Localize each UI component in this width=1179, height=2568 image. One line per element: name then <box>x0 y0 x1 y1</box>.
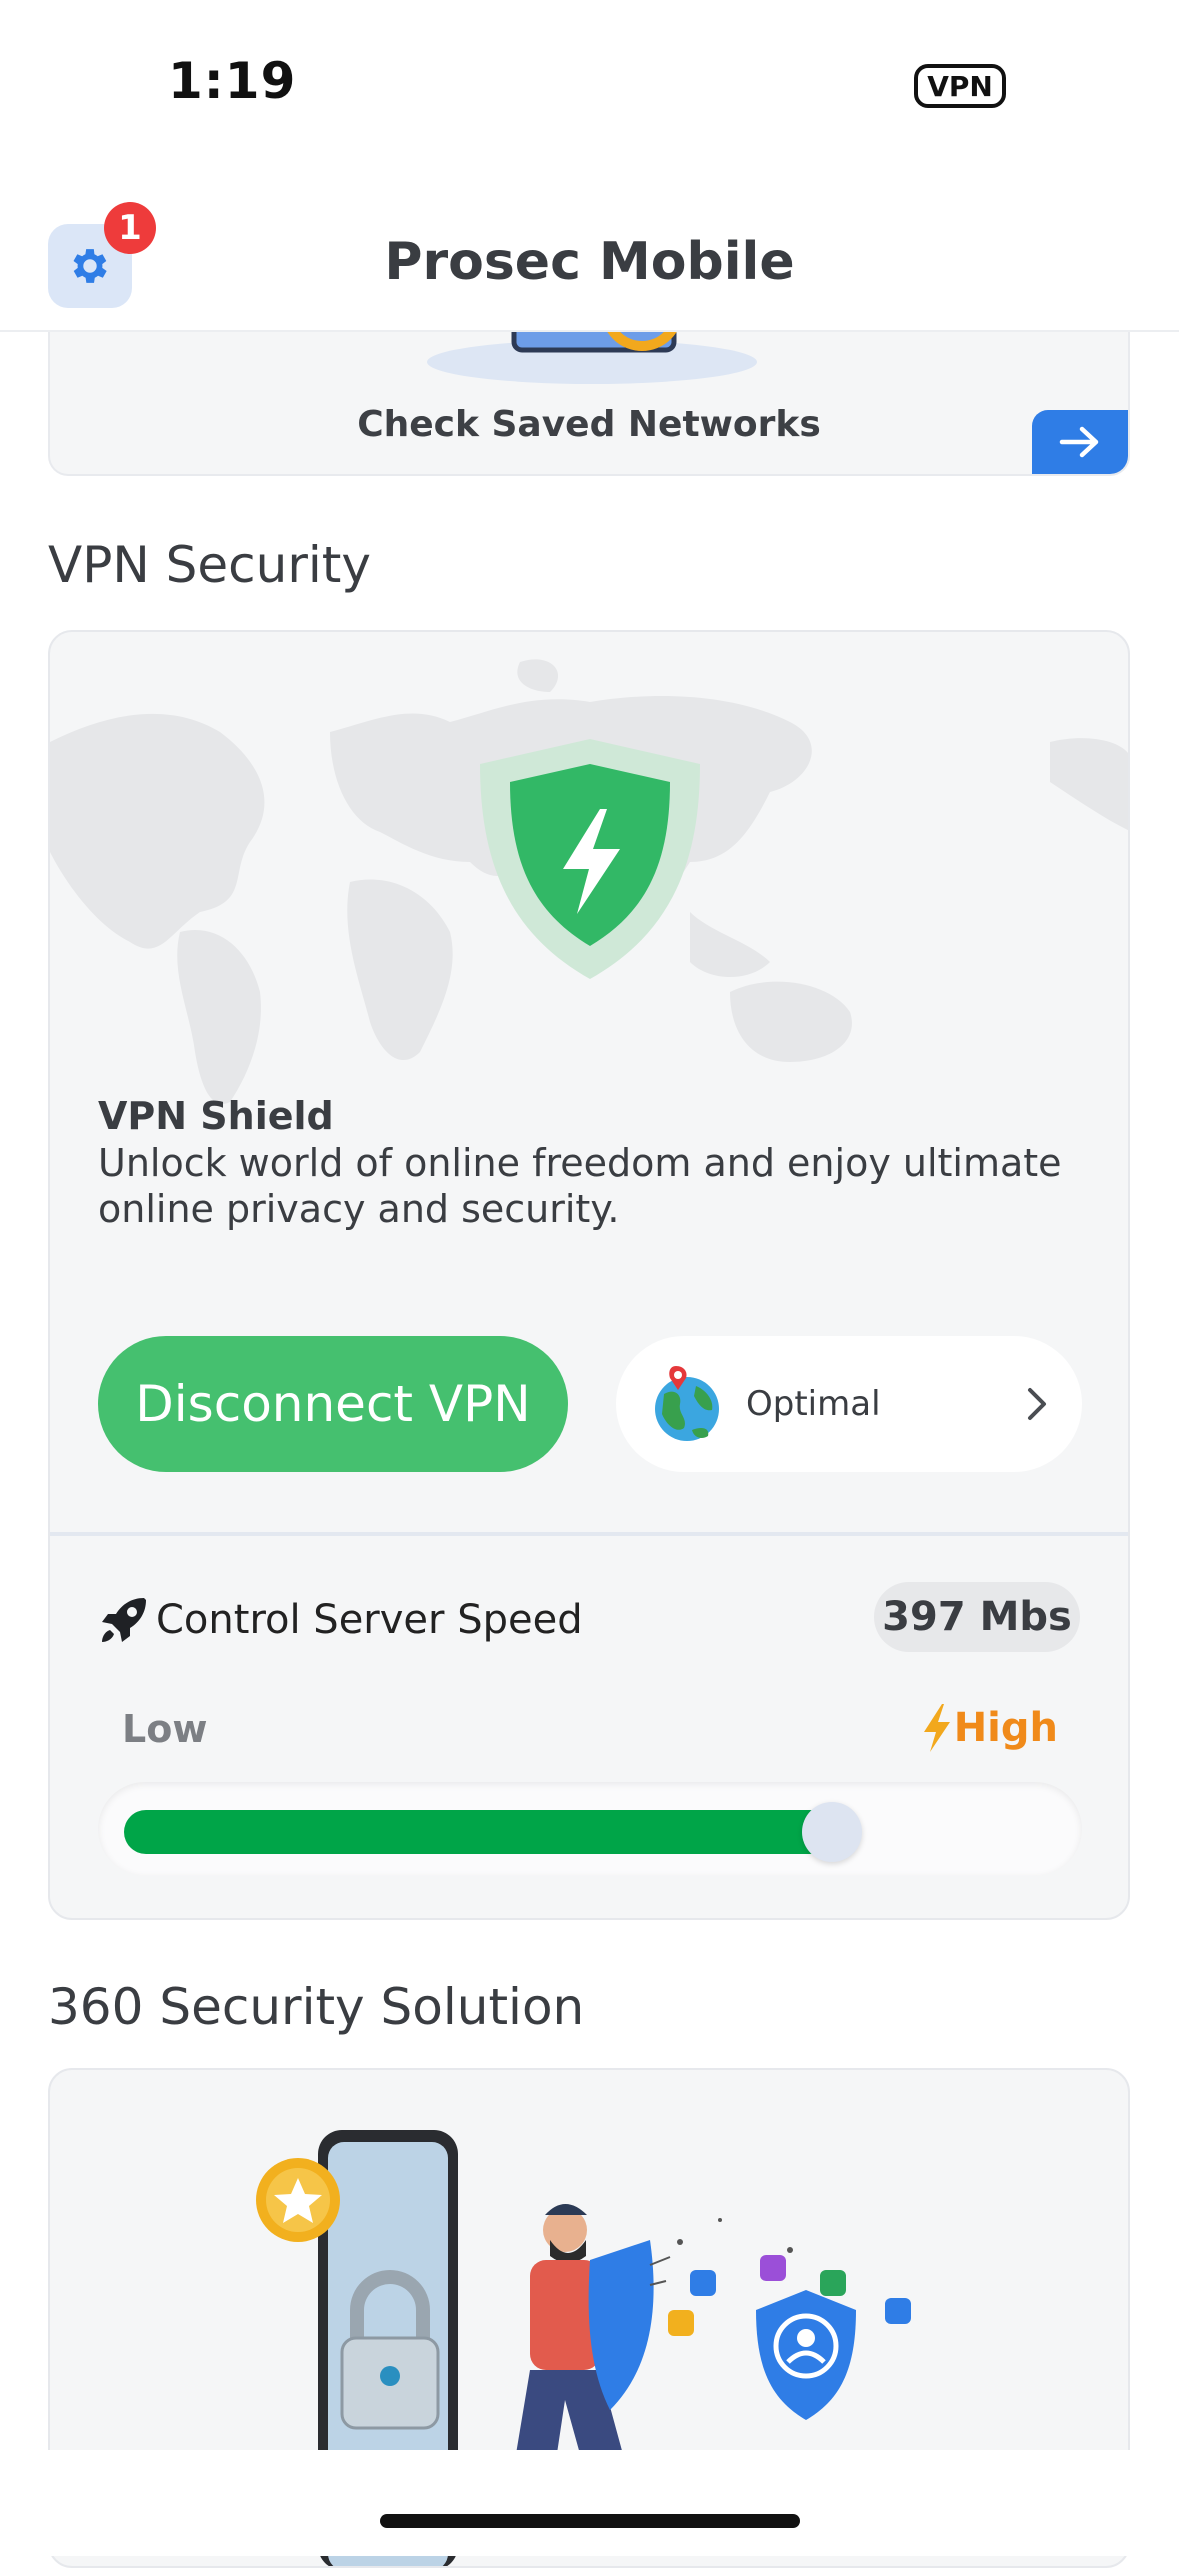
saved-networks-title: Check Saved Networks <box>357 404 821 445</box>
app-header: 1 Prosec Mobile <box>0 190 1179 332</box>
saved-networks-arrow-button[interactable] <box>1032 410 1128 474</box>
arrow-right-icon <box>1059 426 1099 458</box>
location-label: Optimal <box>746 1384 881 1424</box>
rocket-icon <box>102 1598 146 1642</box>
server-speed-header: Control Server Speed <box>98 1590 583 1650</box>
chevron-right-icon <box>1028 1388 1046 1420</box>
speed-high-label-group: High <box>920 1702 1058 1754</box>
vpn-shield-title: VPN Shield <box>98 1094 334 1138</box>
card-divider <box>50 1532 1128 1536</box>
disconnect-vpn-button[interactable]: Disconnect VPN <box>98 1336 568 1472</box>
lightning-icon <box>923 1704 950 1752</box>
speed-slider-handle[interactable] <box>802 1802 862 1862</box>
speed-high-label: High <box>953 1705 1058 1751</box>
server-location-selector[interactable]: Optimal <box>616 1336 1082 1472</box>
bottom-safe-area <box>0 2450 1179 2556</box>
vpn-shield-description: Unlock world of online freedom and enjoy… <box>98 1141 1062 1231</box>
status-time: 1:19 <box>168 52 297 110</box>
globe-location-icon <box>655 1366 719 1441</box>
vpn-shield-icon <box>480 739 700 979</box>
speed-slider-track[interactable] <box>98 1782 1082 1876</box>
vpn-security-card: VPN Shield Unlock world of online freedo… <box>48 630 1130 1920</box>
speed-slider-fill <box>124 1810 832 1854</box>
vpn-status-indicator: VPN <box>914 64 1006 108</box>
speed-low-label: Low <box>122 1707 208 1751</box>
home-indicator[interactable] <box>380 2514 800 2528</box>
security-section-title: 360 Security Solution <box>48 1978 585 2036</box>
speed-value-badge: 397 Mbs <box>874 1582 1080 1652</box>
app-title: Prosec Mobile <box>384 232 795 292</box>
control-server-speed-title: Control Server Speed <box>156 1597 583 1643</box>
vpn-section-title: VPN Security <box>48 536 371 594</box>
